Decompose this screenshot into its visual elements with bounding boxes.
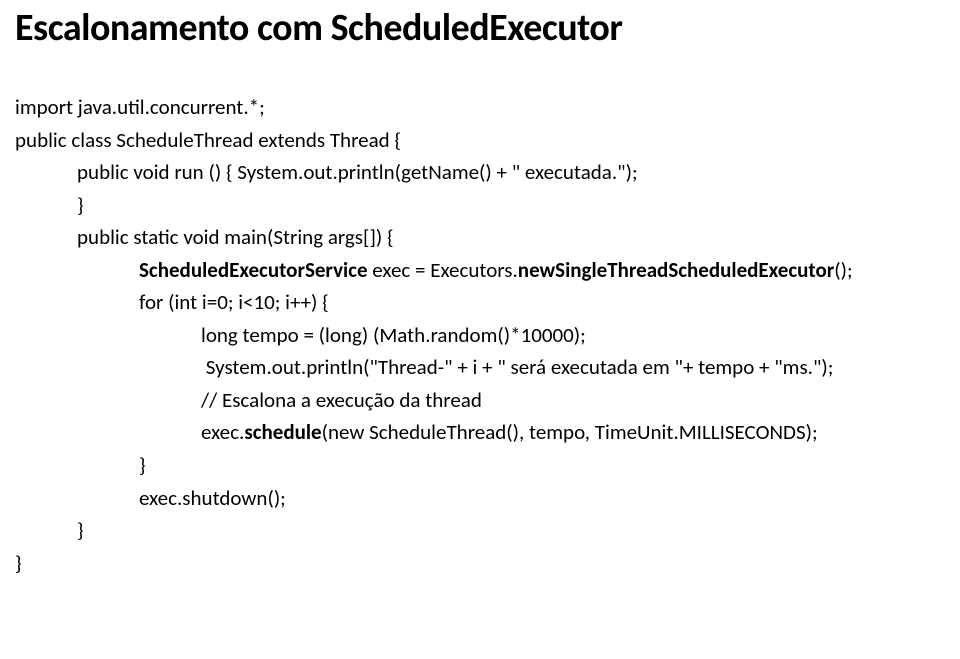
code-text: exec.	[201, 419, 244, 445]
code-line: // Escalona a execução da thread	[15, 384, 945, 417]
code-line: long tempo = (long) (Math.random()*10000…	[15, 319, 945, 352]
code-bold: newSingleThreadScheduledExecutor	[518, 257, 834, 283]
code-line: public class ScheduleThread extends Thre…	[15, 124, 945, 157]
code-line: public static void main(String args[]) {	[15, 221, 945, 254]
code-line: public void run () { System.out.println(…	[15, 156, 945, 189]
slide-title: Escalonamento com ScheduledExecutor	[15, 5, 945, 51]
code-line: ScheduledExecutorService exec = Executor…	[15, 254, 945, 287]
code-line: for (int i=0; i<10; i++) {	[15, 286, 945, 319]
code-line: }	[15, 449, 945, 482]
code-line: }	[15, 514, 945, 547]
code-line: }	[15, 189, 945, 222]
code-bold: ScheduledExecutorService	[139, 257, 368, 283]
code-block: import java.util.concurrent.*; public cl…	[15, 91, 945, 579]
code-line: }	[15, 547, 945, 580]
code-text: (new ScheduleThread(), tempo, TimeUnit.M…	[322, 419, 818, 445]
code-bold: schedule	[244, 419, 321, 445]
code-line: exec.schedule(new ScheduleThread(), temp…	[15, 416, 945, 449]
code-text: ();	[834, 257, 852, 283]
code-line: exec.shutdown();	[15, 482, 945, 515]
code-text: exec = Executors.	[368, 257, 518, 283]
code-line: System.out.println("Thread-" + i + " ser…	[15, 351, 945, 384]
code-line: import java.util.concurrent.*;	[15, 91, 945, 124]
